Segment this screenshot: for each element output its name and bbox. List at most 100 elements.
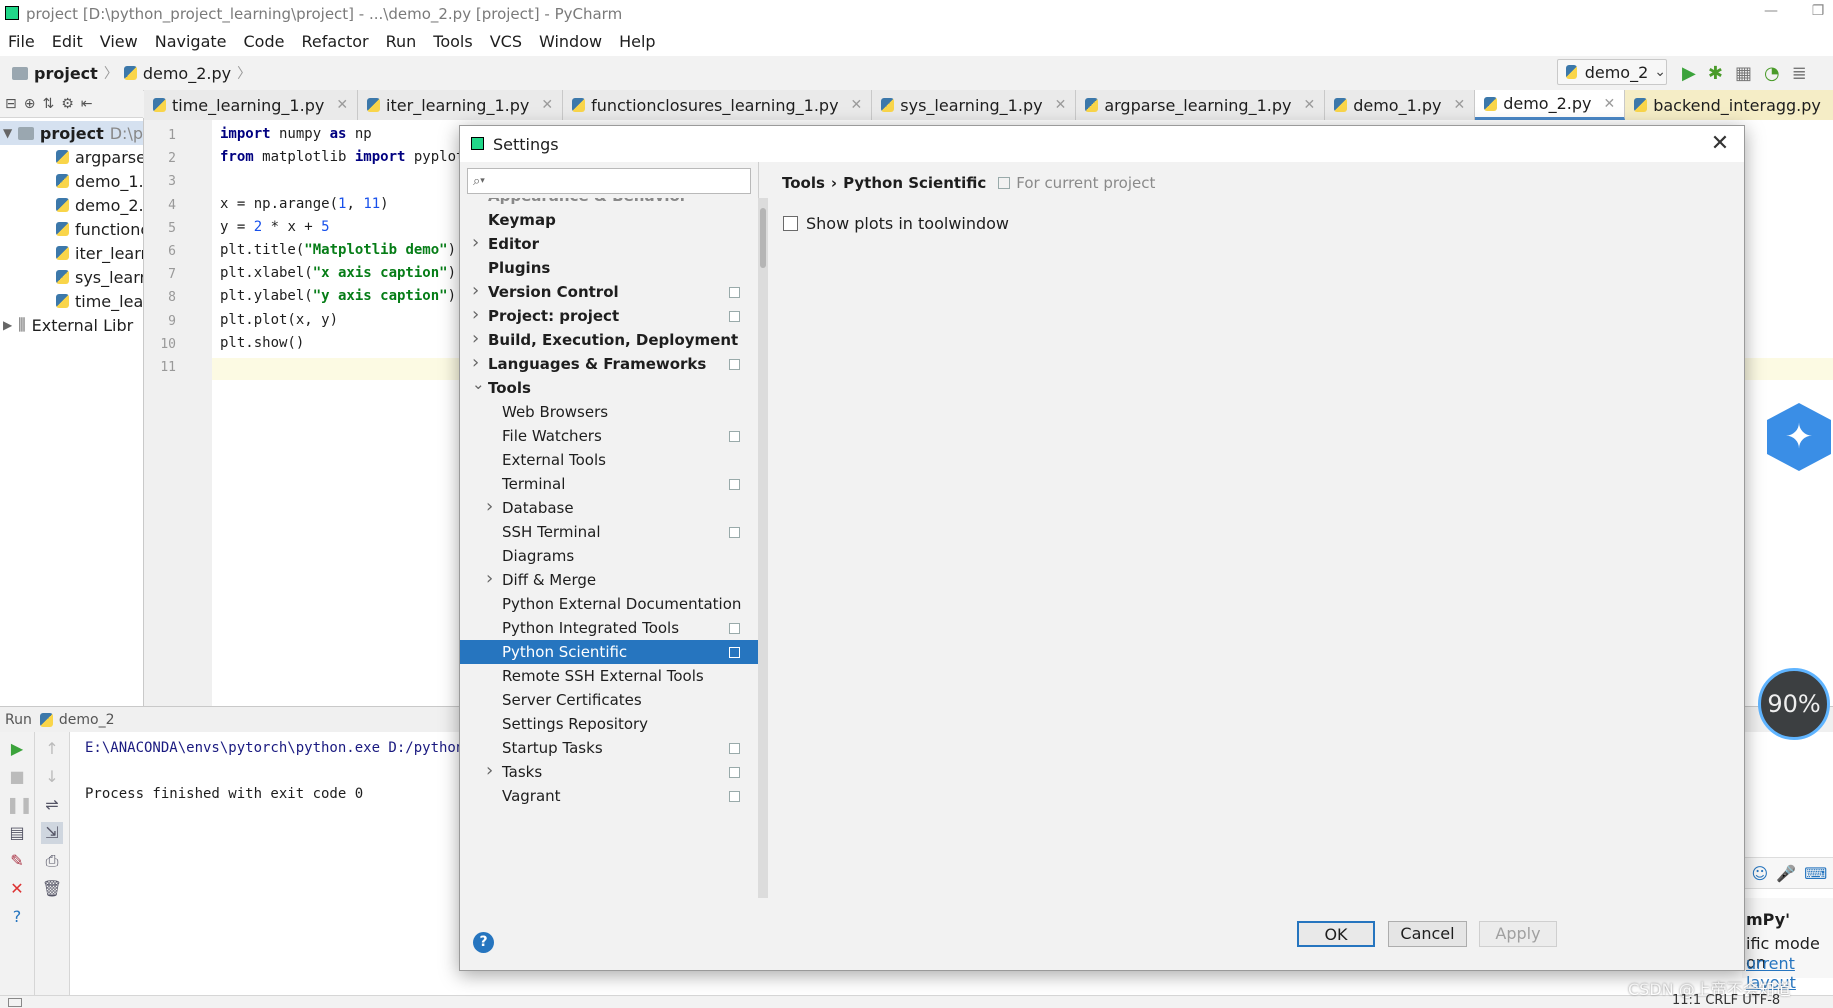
- chevron-right-icon[interactable]: ›: [472, 327, 486, 351]
- settings-nav-terminal[interactable]: Terminal: [460, 472, 758, 496]
- locate-icon[interactable]: ⊕: [24, 96, 36, 112]
- settings-nav-ssh-terminal[interactable]: SSH Terminal: [460, 520, 758, 544]
- debug-icon[interactable]: ✱: [1708, 63, 1723, 84]
- run-icon[interactable]: ▶: [1682, 63, 1696, 84]
- menu-tools[interactable]: Tools: [425, 28, 481, 56]
- chevron-right-icon[interactable]: ›: [472, 279, 486, 303]
- close-tab-icon[interactable]: ✕: [1055, 97, 1067, 113]
- tab-sys_learning_1-py[interactable]: sys_learning_1.py✕: [872, 90, 1076, 120]
- collapse-icon[interactable]: ⇅: [42, 96, 54, 112]
- settings-nav-tools[interactable]: ⌄Tools: [460, 376, 758, 400]
- pause-icon[interactable]: ❚❚: [6, 794, 28, 816]
- close-tab-icon[interactable]: ✕: [336, 97, 348, 113]
- settings-nav-external-tools[interactable]: External Tools: [460, 448, 758, 472]
- help-icon[interactable]: ?: [6, 906, 28, 928]
- help-icon[interactable]: ?: [473, 932, 494, 953]
- run-panel-config[interactable]: demo_2: [59, 712, 115, 728]
- tool-window-icon[interactable]: [8, 998, 22, 1007]
- hide-icon[interactable]: ⇤: [81, 96, 93, 112]
- chevron-down-icon[interactable]: ⌄: [472, 372, 486, 396]
- menu-run[interactable]: Run: [378, 28, 426, 56]
- settings-nav-editor[interactable]: ›Editor: [460, 232, 758, 256]
- settings-nav-version-control[interactable]: ›Version Control: [460, 280, 758, 304]
- run-config-select[interactable]: demo_2 ⌄: [1557, 59, 1667, 85]
- tree-file[interactable]: demo_2.: [0, 193, 143, 217]
- microphone-icon[interactable]: 🎤: [1776, 864, 1796, 883]
- tab-iter_learning_1-py[interactable]: iter_learning_1.py✕: [358, 90, 563, 120]
- menu-help[interactable]: Help: [611, 28, 664, 56]
- trash-icon[interactable]: 🗑: [41, 878, 63, 900]
- settings-nav-python-scientific[interactable]: Python Scientific: [460, 640, 758, 664]
- gear-icon[interactable]: ⚙: [61, 96, 74, 112]
- settings-nav-appearance-behavior[interactable]: Appearance & Behavior: [460, 198, 758, 208]
- layout-icon[interactable]: ▤: [6, 822, 28, 844]
- menu-refactor[interactable]: Refactor: [293, 28, 377, 56]
- close-tab-icon[interactable]: ✕: [1453, 97, 1465, 113]
- chevron-right-icon[interactable]: ›: [472, 303, 486, 327]
- close-tab-icon[interactable]: ✕: [541, 97, 553, 113]
- settings-nav-settings-repository[interactable]: Settings Repository: [460, 712, 758, 736]
- menu-code[interactable]: Code: [236, 28, 294, 56]
- settings-search-field[interactable]: [489, 172, 733, 190]
- settings-nav-server-certificates[interactable]: Server Certificates: [460, 688, 758, 712]
- apply-button[interactable]: Apply: [1479, 921, 1557, 947]
- emoji-icon[interactable]: ☺: [1752, 864, 1769, 883]
- settings-nav-languages-frameworks[interactable]: ›Languages & Frameworks: [460, 352, 758, 376]
- show-plots-checkbox[interactable]: [783, 216, 798, 231]
- menu-file[interactable]: File: [0, 28, 44, 56]
- breadcrumb-project[interactable]: project: [34, 64, 98, 83]
- settings-nav-build-execution-deployment[interactable]: ›Build, Execution, Deployment: [460, 328, 758, 352]
- stop-icon[interactable]: ■: [6, 766, 28, 788]
- breadcrumb-file[interactable]: demo_2.py: [143, 64, 231, 83]
- arrow-down-icon[interactable]: ↓: [41, 766, 63, 788]
- tree-root[interactable]: ▼ project D:\p: [0, 121, 143, 145]
- menu-window[interactable]: Window: [531, 28, 611, 56]
- settings-nav-project-project[interactable]: ›Project: project: [460, 304, 758, 328]
- settings-nav-remote-ssh-external-tools[interactable]: Remote SSH External Tools: [460, 664, 758, 688]
- tree-file[interactable]: functionc: [0, 217, 143, 241]
- settings-nav-startup-tasks[interactable]: Startup Tasks: [460, 736, 758, 760]
- menu-vcs[interactable]: VCS: [482, 28, 531, 56]
- close-icon[interactable]: ✕: [1708, 132, 1732, 156]
- tree-file[interactable]: time_lear: [0, 289, 143, 313]
- close-tab-icon[interactable]: ✕: [1303, 97, 1315, 113]
- ok-button[interactable]: OK: [1297, 921, 1375, 947]
- settings-nav-database[interactable]: ›Database: [460, 496, 758, 520]
- tab-demo_2-py[interactable]: demo_2.py✕: [1475, 90, 1625, 120]
- settings-nav-python-external-documentation[interactable]: Python External Documentation: [460, 592, 758, 616]
- tree-file[interactable]: demo_1.: [0, 169, 143, 193]
- nav-scrollbar[interactable]: [758, 198, 768, 898]
- coverage-icon[interactable]: ▦: [1735, 63, 1752, 84]
- settings-nav-diagrams[interactable]: Diagrams: [460, 544, 758, 568]
- chevron-right-icon[interactable]: ›: [472, 231, 486, 255]
- minimize-icon[interactable]: —: [1756, 3, 1786, 25]
- tree-file[interactable]: sys_learn: [0, 265, 143, 289]
- menu-navigate[interactable]: Navigate: [147, 28, 236, 56]
- print-icon[interactable]: ⎙: [41, 850, 63, 872]
- chevron-right-icon[interactable]: ›: [486, 759, 500, 783]
- profile-icon[interactable]: ◔: [1764, 63, 1780, 84]
- settings-nav-diff-merge[interactable]: ›Diff & Merge: [460, 568, 758, 592]
- rerun-icon[interactable]: ▶: [6, 738, 28, 760]
- settings-nav-tasks[interactable]: ›Tasks: [460, 760, 758, 784]
- chevron-right-icon[interactable]: ›: [486, 567, 500, 591]
- tab-backend_interagg-py[interactable]: backend_interagg.py✕: [1625, 90, 1833, 120]
- settings-nav-web-browsers[interactable]: Web Browsers: [460, 400, 758, 424]
- settings-nav-plugins[interactable]: Plugins: [460, 256, 758, 280]
- tree-file[interactable]: argparse: [0, 145, 143, 169]
- settings-nav-file-watchers[interactable]: File Watchers: [460, 424, 758, 448]
- stop-list-icon[interactable]: ≣: [1792, 63, 1807, 84]
- settings-nav-keymap[interactable]: Keymap: [460, 208, 758, 232]
- cancel-button[interactable]: Cancel: [1388, 921, 1467, 947]
- tab-demo_1-py[interactable]: demo_1.py✕: [1325, 90, 1475, 120]
- chevron-right-icon[interactable]: ›: [486, 495, 500, 519]
- close-icon[interactable]: ✕: [6, 878, 28, 900]
- tree-file[interactable]: iter_learr: [0, 241, 143, 265]
- tab-argparse_learning_1-py[interactable]: argparse_learning_1.py✕: [1076, 90, 1325, 120]
- tab-functionclosures_learning_1-py[interactable]: functionclosures_learning_1.py✕: [563, 90, 872, 120]
- settings-nav-vagrant[interactable]: Vagrant: [460, 784, 758, 808]
- arrow-up-icon[interactable]: ↑: [41, 738, 63, 760]
- project-view-icon[interactable]: ⊟: [5, 96, 17, 112]
- menu-edit[interactable]: Edit: [44, 28, 92, 56]
- tree-external-libraries[interactable]: ▶ ⫼ External Libr: [0, 313, 143, 337]
